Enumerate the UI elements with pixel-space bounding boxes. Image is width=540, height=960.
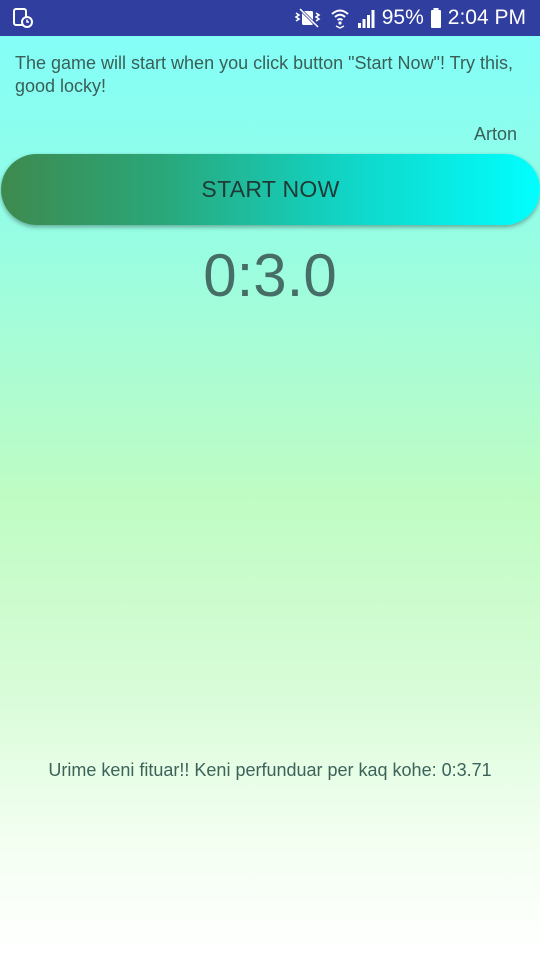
status-right-group: 95% 2:04 PM	[294, 0, 526, 36]
signal-icon	[357, 10, 375, 28]
screenshot-notification-icon	[13, 8, 33, 28]
author-label: Arton	[473, 124, 517, 144]
battery-icon	[430, 8, 441, 28]
wifi-icon	[331, 9, 349, 29]
timer-display: 0:3.0	[203, 242, 337, 309]
intro-text: The game will start when you click butto…	[15, 53, 513, 96]
status-bar: 95% 2:04 PM	[0, 0, 540, 36]
start-now-button-label: START NOW	[201, 176, 340, 202]
battery-percent: 95%	[381, 6, 424, 29]
status-time: 2:04 PM	[447, 6, 526, 29]
mute-vibrate-icon	[294, 7, 321, 29]
result-text: Urime keni fituar!! Keni perfunduar per …	[48, 760, 492, 780]
start-now-button[interactable]: START NOW	[1, 154, 540, 225]
